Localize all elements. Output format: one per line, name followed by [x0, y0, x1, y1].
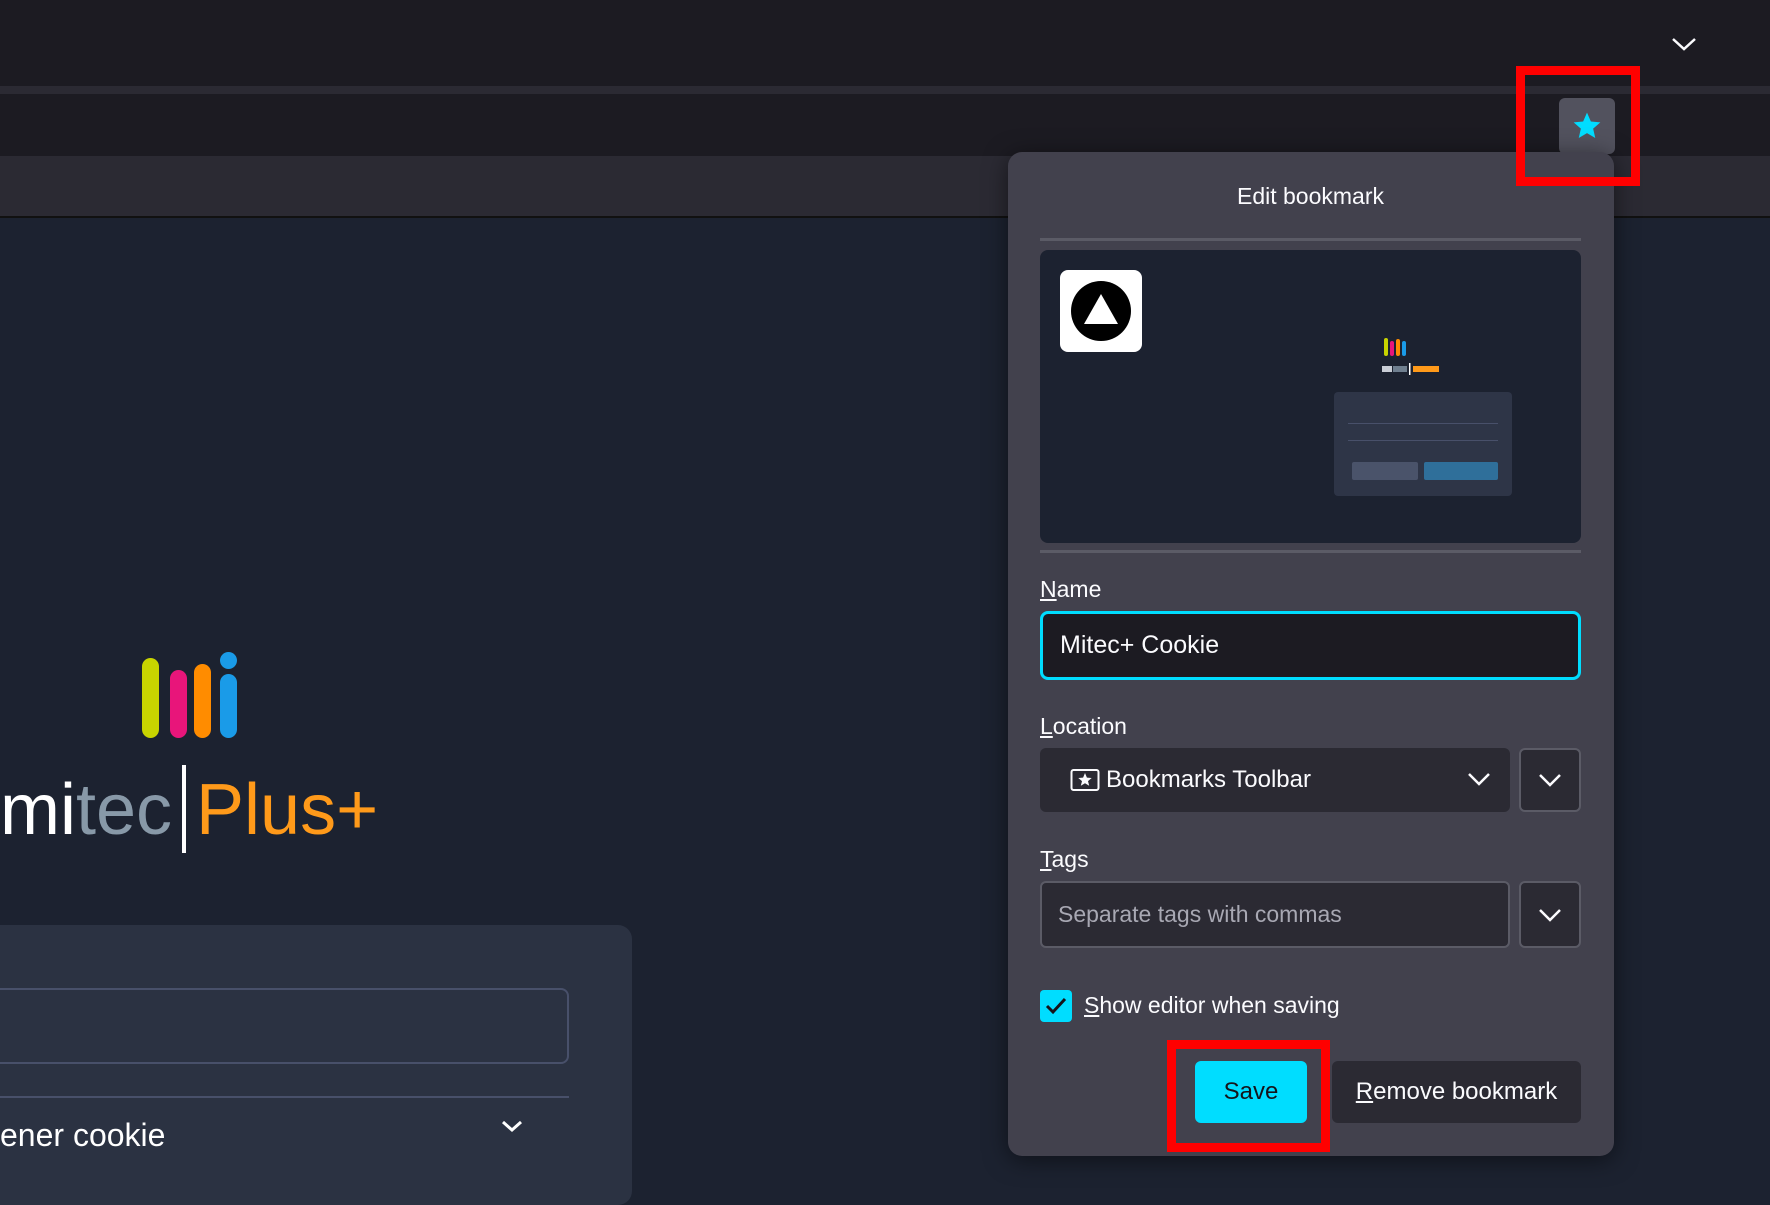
label-text: ocation — [1052, 713, 1127, 739]
logo-bar-blue — [220, 674, 237, 738]
site-favicon — [1060, 270, 1142, 352]
logo-text-tec: tec — [75, 770, 173, 850]
preview-card — [1334, 392, 1512, 496]
logo-bar-yellow — [142, 658, 159, 738]
logo-divider — [182, 764, 187, 853]
preview-button — [1352, 462, 1418, 480]
preview-line — [1348, 440, 1498, 441]
tab-strip — [0, 0, 1770, 88]
checkmark-icon — [1045, 997, 1067, 1015]
highlight-box-star — [1516, 66, 1640, 186]
chevron-down-icon — [1468, 773, 1490, 786]
tags-selector-expander-button[interactable] — [1519, 881, 1581, 948]
accesskey: S — [1084, 992, 1100, 1018]
mitec-logo-text: mitec Plus+ — [0, 764, 379, 859]
cookie-select-label[interactable]: ener cookie — [0, 1117, 165, 1154]
highlight-box-save — [1167, 1040, 1330, 1152]
logo-bar-pink — [170, 670, 187, 738]
chevron-down-icon — [1672, 38, 1696, 51]
triangle-circle-icon — [1071, 281, 1131, 341]
logo-text-mi: mi — [0, 770, 76, 850]
folder-tree-expander-button[interactable] — [1519, 748, 1581, 812]
card-divider — [0, 1096, 569, 1098]
location-select[interactable]: Bookmarks Toolbar — [1040, 748, 1510, 812]
accesskey: N — [1040, 576, 1057, 602]
tags-label: Tags — [1040, 846, 1089, 873]
panel-title: Edit bookmark — [1236, 183, 1384, 209]
preview-button — [1424, 462, 1498, 480]
list-all-tabs-button[interactable] — [1664, 24, 1704, 64]
label-text: ame — [1056, 576, 1102, 602]
name-label: Name — [1040, 576, 1101, 603]
remove-bookmark-button[interactable]: Remove bookmark — [1332, 1061, 1581, 1123]
accesskey: T — [1040, 846, 1052, 872]
mitec-logo-mark — [142, 652, 242, 738]
show-editor-label[interactable]: Show editor when saving — [1084, 992, 1340, 1019]
location-value: Bookmarks Toolbar — [1106, 766, 1311, 793]
label-text: ags — [1051, 846, 1089, 872]
cookie-card — [0, 925, 632, 1205]
tags-input[interactable] — [1040, 881, 1510, 948]
panel-separator — [1040, 238, 1581, 241]
preview-line — [1348, 423, 1498, 424]
accesskey: L — [1040, 713, 1053, 739]
chevron-down-icon — [1539, 774, 1561, 787]
preview-logo-icon — [1384, 338, 1406, 356]
preview-logo-wordmark-icon — [1382, 363, 1439, 375]
chevron-down-icon[interactable] — [500, 1118, 524, 1139]
label-text: how editor when saving — [1099, 992, 1340, 1018]
logo-dot — [220, 652, 237, 669]
logo-bar-orange — [194, 664, 211, 738]
tab-strip-separator — [0, 86, 1770, 94]
panel-separator — [1040, 550, 1581, 553]
show-editor-checkbox[interactable] — [1040, 990, 1072, 1022]
navigation-toolbar — [0, 94, 1770, 156]
accesskey: R — [1355, 1078, 1374, 1105]
name-input[interactable] — [1040, 611, 1581, 680]
chevron-down-icon — [1539, 908, 1561, 922]
location-label: Location — [1040, 713, 1127, 740]
button-text: emove bookmark — [1373, 1078, 1558, 1105]
card-input[interactable] — [0, 988, 569, 1064]
bookmarks-toolbar-icon — [1070, 769, 1100, 791]
logo-text-plus: Plus+ — [196, 770, 379, 850]
